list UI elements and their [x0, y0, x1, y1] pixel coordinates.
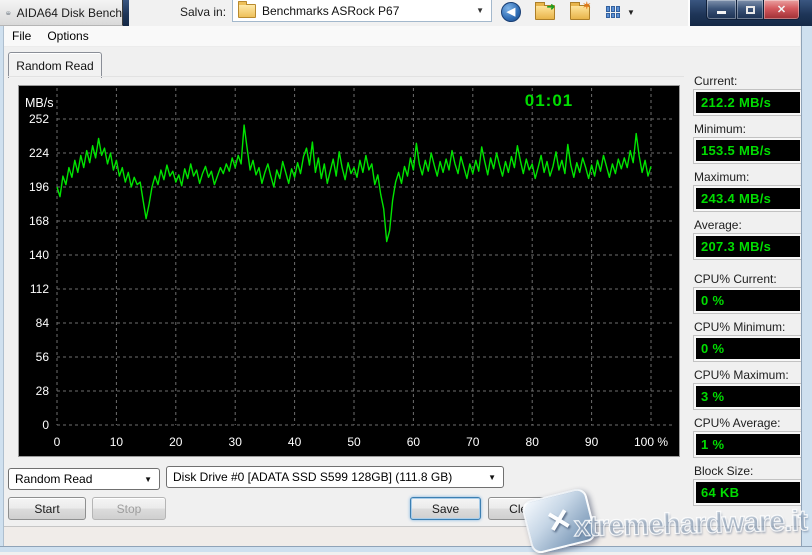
stat-value: 64 KB: [696, 485, 739, 500]
stat-value: 1 %: [696, 437, 724, 452]
back-button[interactable]: ◀: [501, 2, 521, 22]
x-tick-label: 10: [110, 435, 124, 449]
stat-label: CPU% Maximum:: [694, 368, 804, 382]
stat-value: 0 %: [696, 293, 724, 308]
benchmark-chart: 252 224 196 168 140 112 84 56 28 00 10 20 30 40 50 60 70…: [18, 85, 680, 457]
views-dropdown-icon[interactable]: ▼: [627, 8, 635, 17]
chevron-down-icon: ▼: [476, 6, 484, 15]
x-tick-label: 80: [526, 435, 540, 449]
window-border-left: [0, 26, 4, 551]
views-icon: [606, 6, 620, 18]
back-icon: ◀: [501, 2, 521, 22]
stat-label: CPU% Minimum:: [694, 320, 804, 334]
x-tick-label: 100 %: [634, 435, 668, 449]
x-tick-label: 70: [466, 435, 480, 449]
stat-value-box: 153.5 MB/s: [694, 138, 802, 163]
minimize-icon: [717, 11, 726, 14]
x-tick-label: 50: [347, 435, 361, 449]
disk-drive-select[interactable]: Disk Drive #0 [ADATA SSD S599 128GB] (11…: [166, 466, 504, 488]
y-tick-label: 84: [36, 316, 50, 330]
stat-value: 0 %: [696, 341, 724, 356]
stat-label: Current:: [694, 74, 804, 88]
stat-value-box: 0 %: [694, 336, 802, 361]
test-type-value: Random Read: [15, 472, 92, 486]
save-location-value: Benchmarks ASRock P67: [262, 4, 399, 18]
window-border-bottom: [0, 546, 812, 552]
watermark-text: xtremehardware.it: [574, 505, 812, 544]
app-titlebar: AIDA64 Disk Bench: [0, 0, 123, 26]
stat-value-box: 1 %: [694, 432, 802, 457]
disk-icon: [6, 6, 11, 20]
y-tick-label: 252: [29, 112, 49, 126]
up-folder-button[interactable]: ➜: [535, 2, 555, 22]
y-tick-label: 56: [36, 350, 50, 364]
stat-label: Average:: [694, 218, 804, 232]
x-tick-label: 30: [229, 435, 243, 449]
menu-bar: File Options: [0, 26, 800, 47]
x-tick-label: 20: [169, 435, 183, 449]
stat-value: 153.5 MB/s: [696, 143, 771, 158]
views-button[interactable]: [603, 2, 623, 22]
y-tick-label: 168: [29, 214, 49, 228]
minimize-button[interactable]: [706, 0, 737, 20]
stat-value: 207.3 MB/s: [696, 239, 771, 254]
tab-label: Random Read: [16, 59, 93, 73]
stop-button[interactable]: Stop: [92, 497, 166, 520]
window-title: AIDA64 Disk Bench: [17, 6, 122, 20]
new-folder-button[interactable]: ✶: [570, 2, 590, 22]
stat-value: 3 %: [696, 389, 724, 404]
stat-label: Maximum:: [694, 170, 804, 184]
stat-value-box: 243.4 MB/s: [694, 186, 802, 211]
save-button[interactable]: Save: [410, 497, 481, 520]
stat-label: CPU% Average:: [694, 416, 804, 430]
save-in-label: Salva in:: [180, 5, 226, 19]
tab-random-read[interactable]: Random Read: [8, 52, 102, 78]
x-tick-label: 90: [585, 435, 599, 449]
stat-value-box: 0 %: [694, 288, 802, 313]
elapsed-time: 01:01: [525, 91, 573, 110]
stat-value-box: 64 KB: [694, 480, 802, 505]
window-controls: ✕: [706, 0, 800, 20]
maximize-button[interactable]: [737, 0, 763, 20]
y-tick-label: 196: [29, 180, 49, 194]
y-tick-label: 0: [42, 418, 49, 432]
y-tick-label: 140: [29, 248, 49, 262]
y-tick-label: 112: [30, 282, 49, 296]
disk-drive-value: Disk Drive #0 [ADATA SSD S599 128GB] (11…: [173, 470, 452, 484]
stat-value: 243.4 MB/s: [696, 191, 771, 206]
unit-label: MB/s: [25, 96, 53, 110]
stat-label: Minimum:: [694, 122, 804, 136]
x-tick-label: 60: [407, 435, 421, 449]
y-tick-label: 224: [29, 146, 49, 160]
save-location-select[interactable]: Benchmarks ASRock P67 ▼: [232, 0, 492, 22]
chevron-down-icon: ▼: [144, 475, 152, 484]
save-dialog-fragment: Salva in: Benchmarks ASRock P67 ▼ ◀ ➜ ✶ …: [129, 0, 690, 26]
start-button[interactable]: Start: [8, 497, 86, 520]
stat-value-box: 207.3 MB/s: [694, 234, 802, 259]
folder-icon: [238, 4, 256, 18]
stat-label: CPU% Current:: [694, 272, 804, 286]
window-border-right: [801, 26, 812, 551]
tab-divider: [8, 76, 684, 77]
x-tick-label: 40: [288, 435, 302, 449]
close-icon: ✕: [777, 3, 786, 16]
stat-value-box: 3 %: [694, 384, 802, 409]
close-button[interactable]: ✕: [763, 0, 800, 20]
y-tick-label: 28: [36, 384, 50, 398]
x-tick-label: 0: [54, 435, 61, 449]
test-type-select[interactable]: Random Read ▼: [8, 468, 160, 490]
stat-label: Block Size:: [694, 464, 804, 478]
chevron-down-icon: ▼: [488, 473, 496, 482]
menu-file[interactable]: File: [4, 29, 39, 43]
stat-value: 212.2 MB/s: [696, 95, 771, 110]
maximize-icon: [746, 6, 755, 14]
menu-options[interactable]: Options: [39, 29, 96, 43]
stat-value-box: 212.2 MB/s: [694, 90, 802, 115]
